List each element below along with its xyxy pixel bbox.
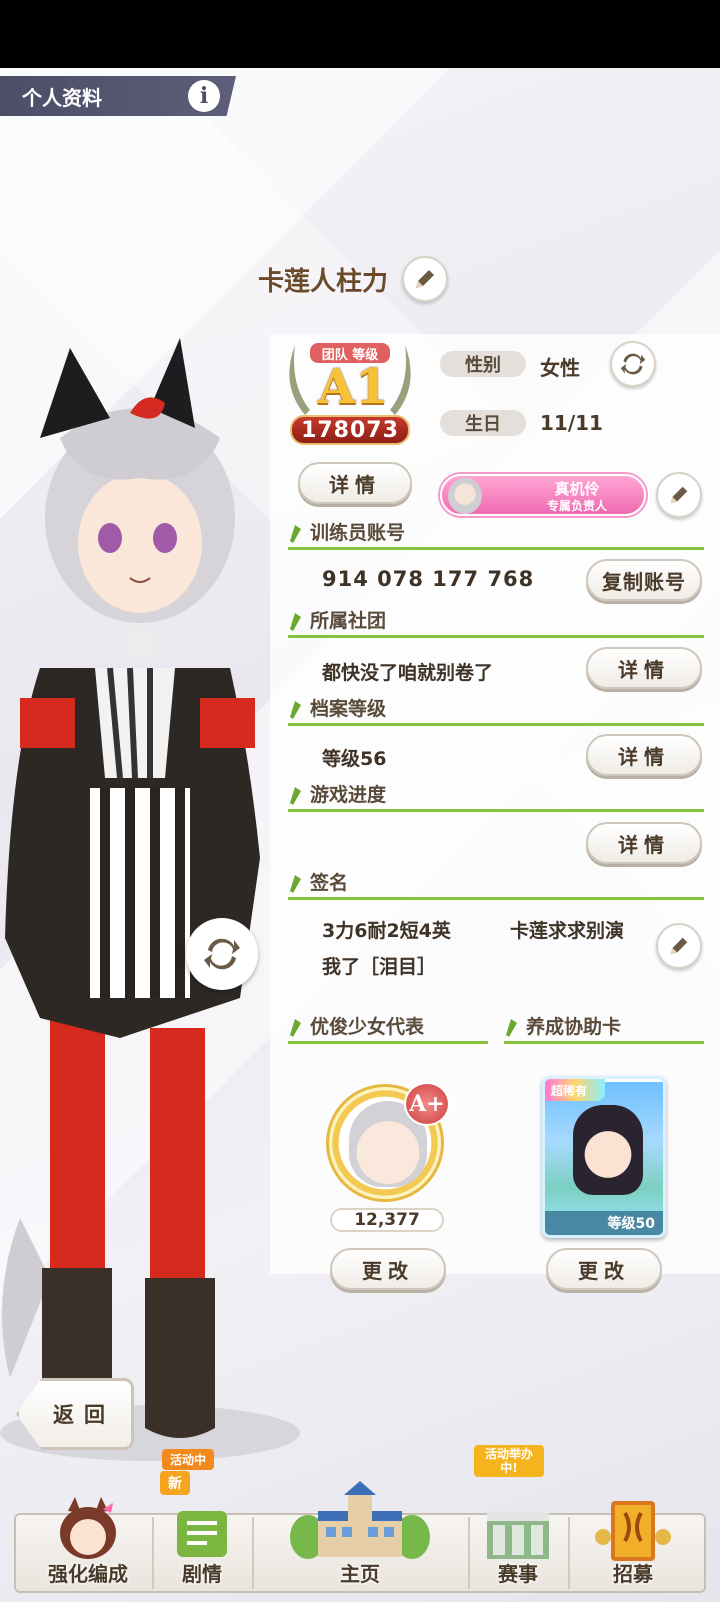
team-rank-score: 178073 (290, 415, 410, 445)
nav-item-race[interactable]: 活动举办中! 赛事 (468, 1445, 568, 1597)
club-name: 都快没了咱就别卷了 (322, 662, 494, 684)
nav-item-enhance[interactable]: 强化编成 (24, 1445, 152, 1597)
nav-label-race: 赛事 (498, 1562, 538, 1586)
section-archive-level-title: 档案等级 (310, 698, 387, 720)
nav-label-home: 主页 (340, 1562, 380, 1586)
carrot-icon (290, 524, 301, 543)
page-title: 个人资料 (22, 85, 102, 110)
section-progress: 游戏进度 (288, 778, 704, 812)
support-card-character (573, 1105, 643, 1195)
change-support-card-button[interactable]: 更改 (546, 1248, 662, 1290)
support-card-title: 养成协助卡 (526, 1016, 622, 1038)
support-card-rarity: 超稀有 (545, 1079, 605, 1101)
carrot-icon (290, 700, 301, 719)
gender-value: 女性 (540, 356, 580, 380)
section-club: 所属社团 (288, 604, 704, 638)
story-event-flag: 活动中 (162, 1449, 215, 1470)
carrot-icon (290, 874, 301, 893)
page-title-tab: 个人资料 i (0, 76, 236, 116)
birthday-value: 11/11 (540, 411, 603, 435)
trainer-name-row: 卡莲人柱力 (258, 256, 449, 302)
trainer-name: 卡莲人柱力 (258, 266, 389, 297)
laurel-right-icon (390, 345, 411, 415)
representative-grade: A+ (404, 1082, 450, 1126)
section-account-title: 训练员账号 (310, 522, 406, 544)
nav-item-gacha[interactable]: 招募 (568, 1445, 698, 1597)
swap-icon (204, 938, 240, 970)
representative-title: 优俊少女代表 (310, 1016, 425, 1038)
signature-line-1: 3力6耐2短4英 (322, 920, 451, 942)
rank-detail-button[interactable]: 详情 (298, 462, 412, 504)
section-account: 训练员账号 (288, 516, 704, 550)
race-gate-icon (487, 1513, 549, 1559)
signature-line-1b: 卡莲求求别演 (510, 920, 625, 942)
team-rank-badge[interactable]: 团队 等级 A1 178073 (280, 323, 430, 453)
support-card[interactable]: 超稀有 等级50 (542, 1076, 666, 1238)
story-book-icon (177, 1511, 227, 1557)
carrot-icon (506, 1018, 517, 1037)
gender-label: 性别 (440, 351, 526, 377)
section-signature-title: 签名 (310, 872, 349, 894)
story-new-badge: 新 (160, 1471, 190, 1495)
pencil-icon (416, 270, 435, 288)
laurel-left-icon (289, 345, 310, 415)
swap-icon (620, 353, 646, 375)
gacha-door-icon (595, 1501, 671, 1561)
carrot-icon (290, 1018, 301, 1037)
account-id: 914 078 177 768 (322, 567, 535, 591)
info-icon[interactable]: i (188, 80, 220, 112)
race-event-flag: 活动举办中! (474, 1445, 544, 1477)
assistant-name: 真机伶 (554, 480, 600, 498)
assistant-avatar (448, 478, 482, 514)
carrot-icon (290, 786, 301, 805)
edit-signature-button[interactable] (656, 923, 702, 969)
progress-detail-button[interactable]: 详情 (586, 822, 702, 864)
nav-item-home[interactable]: 主页 (252, 1445, 468, 1597)
representative-fans: 12,377 (330, 1208, 444, 1232)
pencil-icon (670, 486, 688, 504)
section-representative: 优俊少女代表 (288, 1010, 488, 1044)
nav-item-story[interactable]: 活动中 新 剧情 (152, 1445, 252, 1597)
assistant-role: 专属负责人 (546, 499, 607, 513)
nav-label-enhance: 强化编成 (48, 1562, 128, 1586)
character-model (0, 338, 300, 1461)
support-card-level: 等级50 (545, 1211, 663, 1235)
assistant-badge[interactable]: 真机伶 专属负责人 (440, 474, 646, 516)
school-building-icon (290, 1481, 430, 1559)
team-rank-grade: A1 (318, 359, 389, 415)
section-club-title: 所属社团 (310, 610, 387, 632)
carrot-icon (290, 612, 301, 631)
character-chibi-icon (60, 1497, 116, 1559)
section-signature: 签名 (288, 866, 704, 900)
birthday-label: 生日 (440, 410, 526, 436)
section-support-card: 养成协助卡 (504, 1010, 704, 1044)
section-progress-title: 游戏进度 (310, 784, 387, 806)
archive-detail-button[interactable]: 详情 (586, 734, 702, 776)
edit-name-button[interactable] (402, 256, 449, 302)
copy-account-button[interactable]: 复制账号 (586, 559, 702, 601)
nav-label-story: 剧情 (182, 1562, 222, 1586)
change-gender-button[interactable] (610, 341, 656, 387)
change-representative-button[interactable]: 更改 (330, 1248, 446, 1290)
archive-level-value: 等级56 (322, 748, 387, 770)
nav-label-gacha: 招募 (613, 1562, 653, 1586)
signature-line-2: 我了［泪目］ (322, 956, 437, 978)
bottom-nav: 强化编成 活动中 新 剧情 主页 活动举办中! 赛事 招募 (14, 1445, 706, 1597)
profile-screen: 个人资料 i 返回 卡莲人柱力 团队 等级 A1 178073 性别 女性 生日… (0, 68, 720, 1602)
club-detail-button[interactable]: 详情 (586, 647, 702, 689)
swap-character-button[interactable] (186, 918, 258, 990)
edit-assistant-button[interactable] (656, 472, 702, 518)
pencil-icon (670, 937, 688, 955)
section-archive-level: 档案等级 (288, 692, 704, 726)
